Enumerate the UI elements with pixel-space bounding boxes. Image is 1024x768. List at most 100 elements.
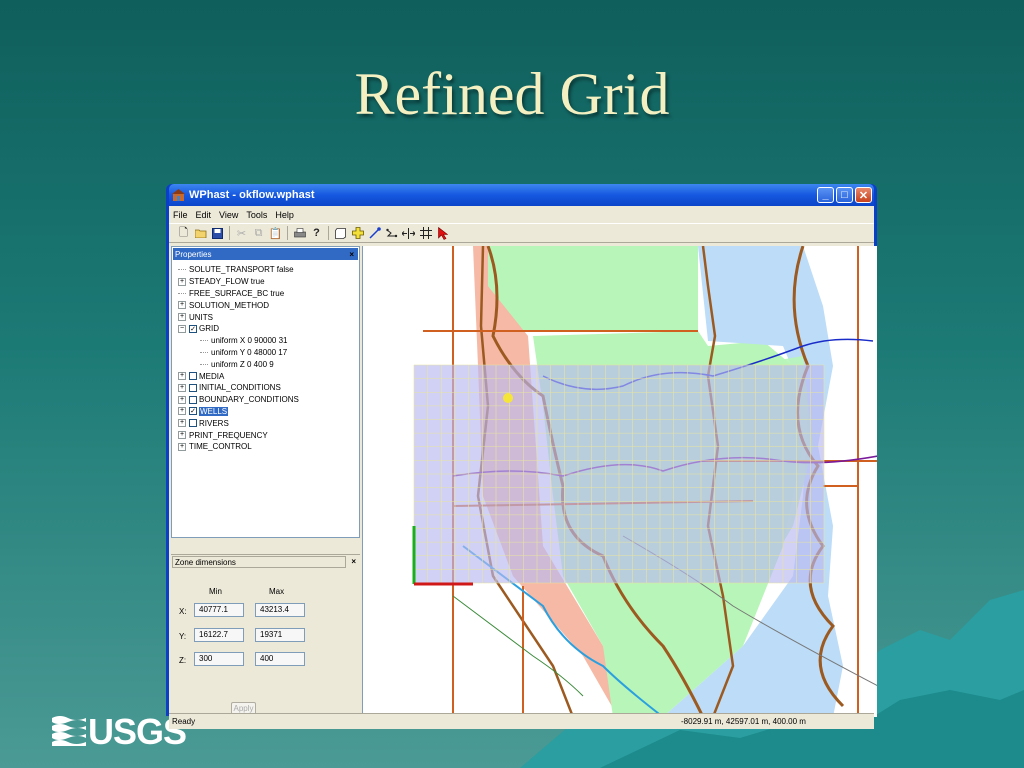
tree-item[interactable]: + SOLUTION_METHOD (172, 299, 359, 311)
menu-edit[interactable]: Edit (196, 210, 212, 220)
tree-connector (200, 363, 208, 365)
tree-checkbox[interactable] (189, 372, 197, 381)
menu-bar: File Edit View Tools Help (169, 206, 874, 223)
tree-item-label: SOLUTE_TRANSPORT false (189, 265, 294, 275)
open-icon[interactable] (192, 225, 209, 241)
expand-icon[interactable]: + (178, 383, 186, 392)
menu-tools[interactable]: Tools (246, 210, 267, 220)
properties-close-button[interactable]: × (349, 250, 354, 259)
tree-checkbox[interactable] (189, 383, 197, 392)
tree-checkbox[interactable] (189, 395, 197, 404)
pan-icon[interactable] (400, 225, 417, 241)
map-canvas[interactable] (363, 246, 877, 717)
new-icon[interactable]: 🗋 (175, 225, 192, 241)
tree-item-label: TIME_CONTROL (189, 442, 252, 452)
expand-icon[interactable]: + (178, 313, 186, 322)
add-icon[interactable] (349, 225, 366, 241)
menu-help[interactable]: Help (275, 210, 294, 220)
tree-checkbox[interactable]: ✓ (189, 324, 197, 333)
slide-title: Refined Grid (354, 61, 670, 127)
save-icon[interactable] (209, 225, 226, 241)
tree-checkbox[interactable] (189, 419, 197, 428)
z-label: Z: (179, 656, 187, 665)
y-min-field[interactable]: 16122.7 (194, 628, 244, 642)
status-text: Ready (172, 717, 196, 726)
grid-icon[interactable] (417, 225, 434, 241)
tree-item[interactable]: + PRINT_FREQUENCY (172, 429, 359, 441)
tree-item[interactable]: SOLUTE_TRANSPORT false (172, 264, 359, 276)
minimize-button[interactable]: _ (817, 187, 834, 203)
tree-item[interactable]: uniform X 0 90000 31 (172, 335, 359, 347)
x-max-field[interactable]: 43213.4 (255, 603, 305, 617)
tree-item[interactable]: + STEADY_FLOW true (172, 276, 359, 288)
y-max-field[interactable]: 19371 (255, 628, 305, 642)
tree-item[interactable]: + RIVERS (172, 417, 359, 429)
tree-item-label: INITIAL_CONDITIONS (199, 383, 281, 393)
river-icon[interactable] (383, 225, 400, 241)
tree-item-label: SOLUTION_METHOD (189, 300, 270, 310)
expand-icon[interactable]: + (178, 407, 186, 416)
toolbar-separator (328, 226, 329, 240)
tree-connector (178, 269, 186, 271)
tree-item[interactable]: + TIME_CONTROL (172, 441, 359, 453)
tree-item[interactable]: + BOUNDARY_CONDITIONS (172, 394, 359, 406)
zone-close-button[interactable]: × (351, 557, 356, 566)
tree-connector (178, 292, 186, 294)
expand-icon[interactable]: + (178, 277, 186, 286)
tree-connector (200, 340, 208, 342)
tree-item-label: MEDIA (199, 371, 225, 381)
tree-item-label: UNITS (189, 312, 213, 322)
tree-item[interactable]: − ✓ GRID (172, 323, 359, 335)
tree-item-label: FREE_SURFACE_BC true (189, 288, 285, 298)
expand-icon[interactable]: + (178, 442, 186, 451)
close-button[interactable]: ✕ (855, 187, 872, 203)
expand-icon[interactable]: + (178, 419, 186, 428)
green-region-north (483, 246, 698, 331)
map-view[interactable] (362, 246, 877, 717)
toolbar-separator (229, 226, 230, 240)
status-bar: Ready -8029.91 m, 42597.01 m, 400.00 m (169, 713, 874, 729)
toolbar-separator (287, 226, 288, 240)
cut-icon[interactable]: ✂ (233, 225, 250, 241)
tree-item[interactable]: + ✓ WELLS (172, 406, 359, 418)
min-column-label: Min (209, 587, 222, 596)
menu-file[interactable]: File (173, 210, 188, 220)
tree-item[interactable]: + INITIAL_CONDITIONS (172, 382, 359, 394)
zone-dimensions-header: Zone dimensions (172, 556, 346, 568)
tree-item-label: RIVERS (199, 418, 229, 428)
z-min-field[interactable]: 300 (194, 652, 244, 666)
expand-icon[interactable]: + (178, 301, 186, 310)
print-icon[interactable] (291, 225, 308, 241)
collapse-icon[interactable]: − (178, 324, 186, 333)
menu-view[interactable]: View (219, 210, 238, 220)
expand-icon[interactable]: + (178, 431, 186, 440)
tree-item[interactable]: + MEDIA (172, 370, 359, 382)
x-min-field[interactable]: 40777.1 (194, 603, 244, 617)
properties-header: Properties × (173, 248, 358, 260)
y-label: Y: (179, 632, 187, 641)
expand-icon[interactable]: + (178, 395, 186, 404)
tree-item[interactable]: uniform Z 0 400 9 (172, 358, 359, 370)
tree-item[interactable]: uniform Y 0 48000 17 (172, 347, 359, 359)
tree-item[interactable]: FREE_SURFACE_BC true (172, 288, 359, 300)
expand-icon[interactable]: + (178, 372, 186, 381)
zone-dimensions-title: Zone dimensions (175, 557, 236, 567)
help-icon[interactable]: ? (308, 225, 325, 241)
tree-item[interactable]: + UNITS (172, 311, 359, 323)
status-coordinates: -8029.91 m, 42597.01 m, 400.00 m (681, 717, 806, 726)
well-icon[interactable] (366, 225, 383, 241)
properties-title: Properties (175, 249, 212, 259)
paste-icon[interactable]: 📋 (267, 225, 284, 241)
tree-item-label: uniform Z 0 400 9 (211, 359, 274, 369)
maximize-button[interactable]: □ (836, 187, 853, 203)
zone-dimensions-pane: Zone dimensions × Min Max X: 40777.1 432… (171, 554, 360, 716)
title-bar[interactable]: WPhast - okflow.wphast _ □ ✕ (169, 184, 874, 206)
refined-grid (413, 364, 825, 584)
tree-item-label: uniform Y 0 48000 17 (211, 347, 288, 357)
select-arrow-icon[interactable] (434, 225, 451, 241)
tree-checkbox[interactable]: ✓ (189, 407, 197, 416)
z-max-field[interactable]: 400 (255, 652, 305, 666)
new-zone-icon[interactable] (332, 225, 349, 241)
copy-icon[interactable]: ⧉ (250, 225, 267, 241)
tree-item-label: GRID (199, 324, 219, 334)
